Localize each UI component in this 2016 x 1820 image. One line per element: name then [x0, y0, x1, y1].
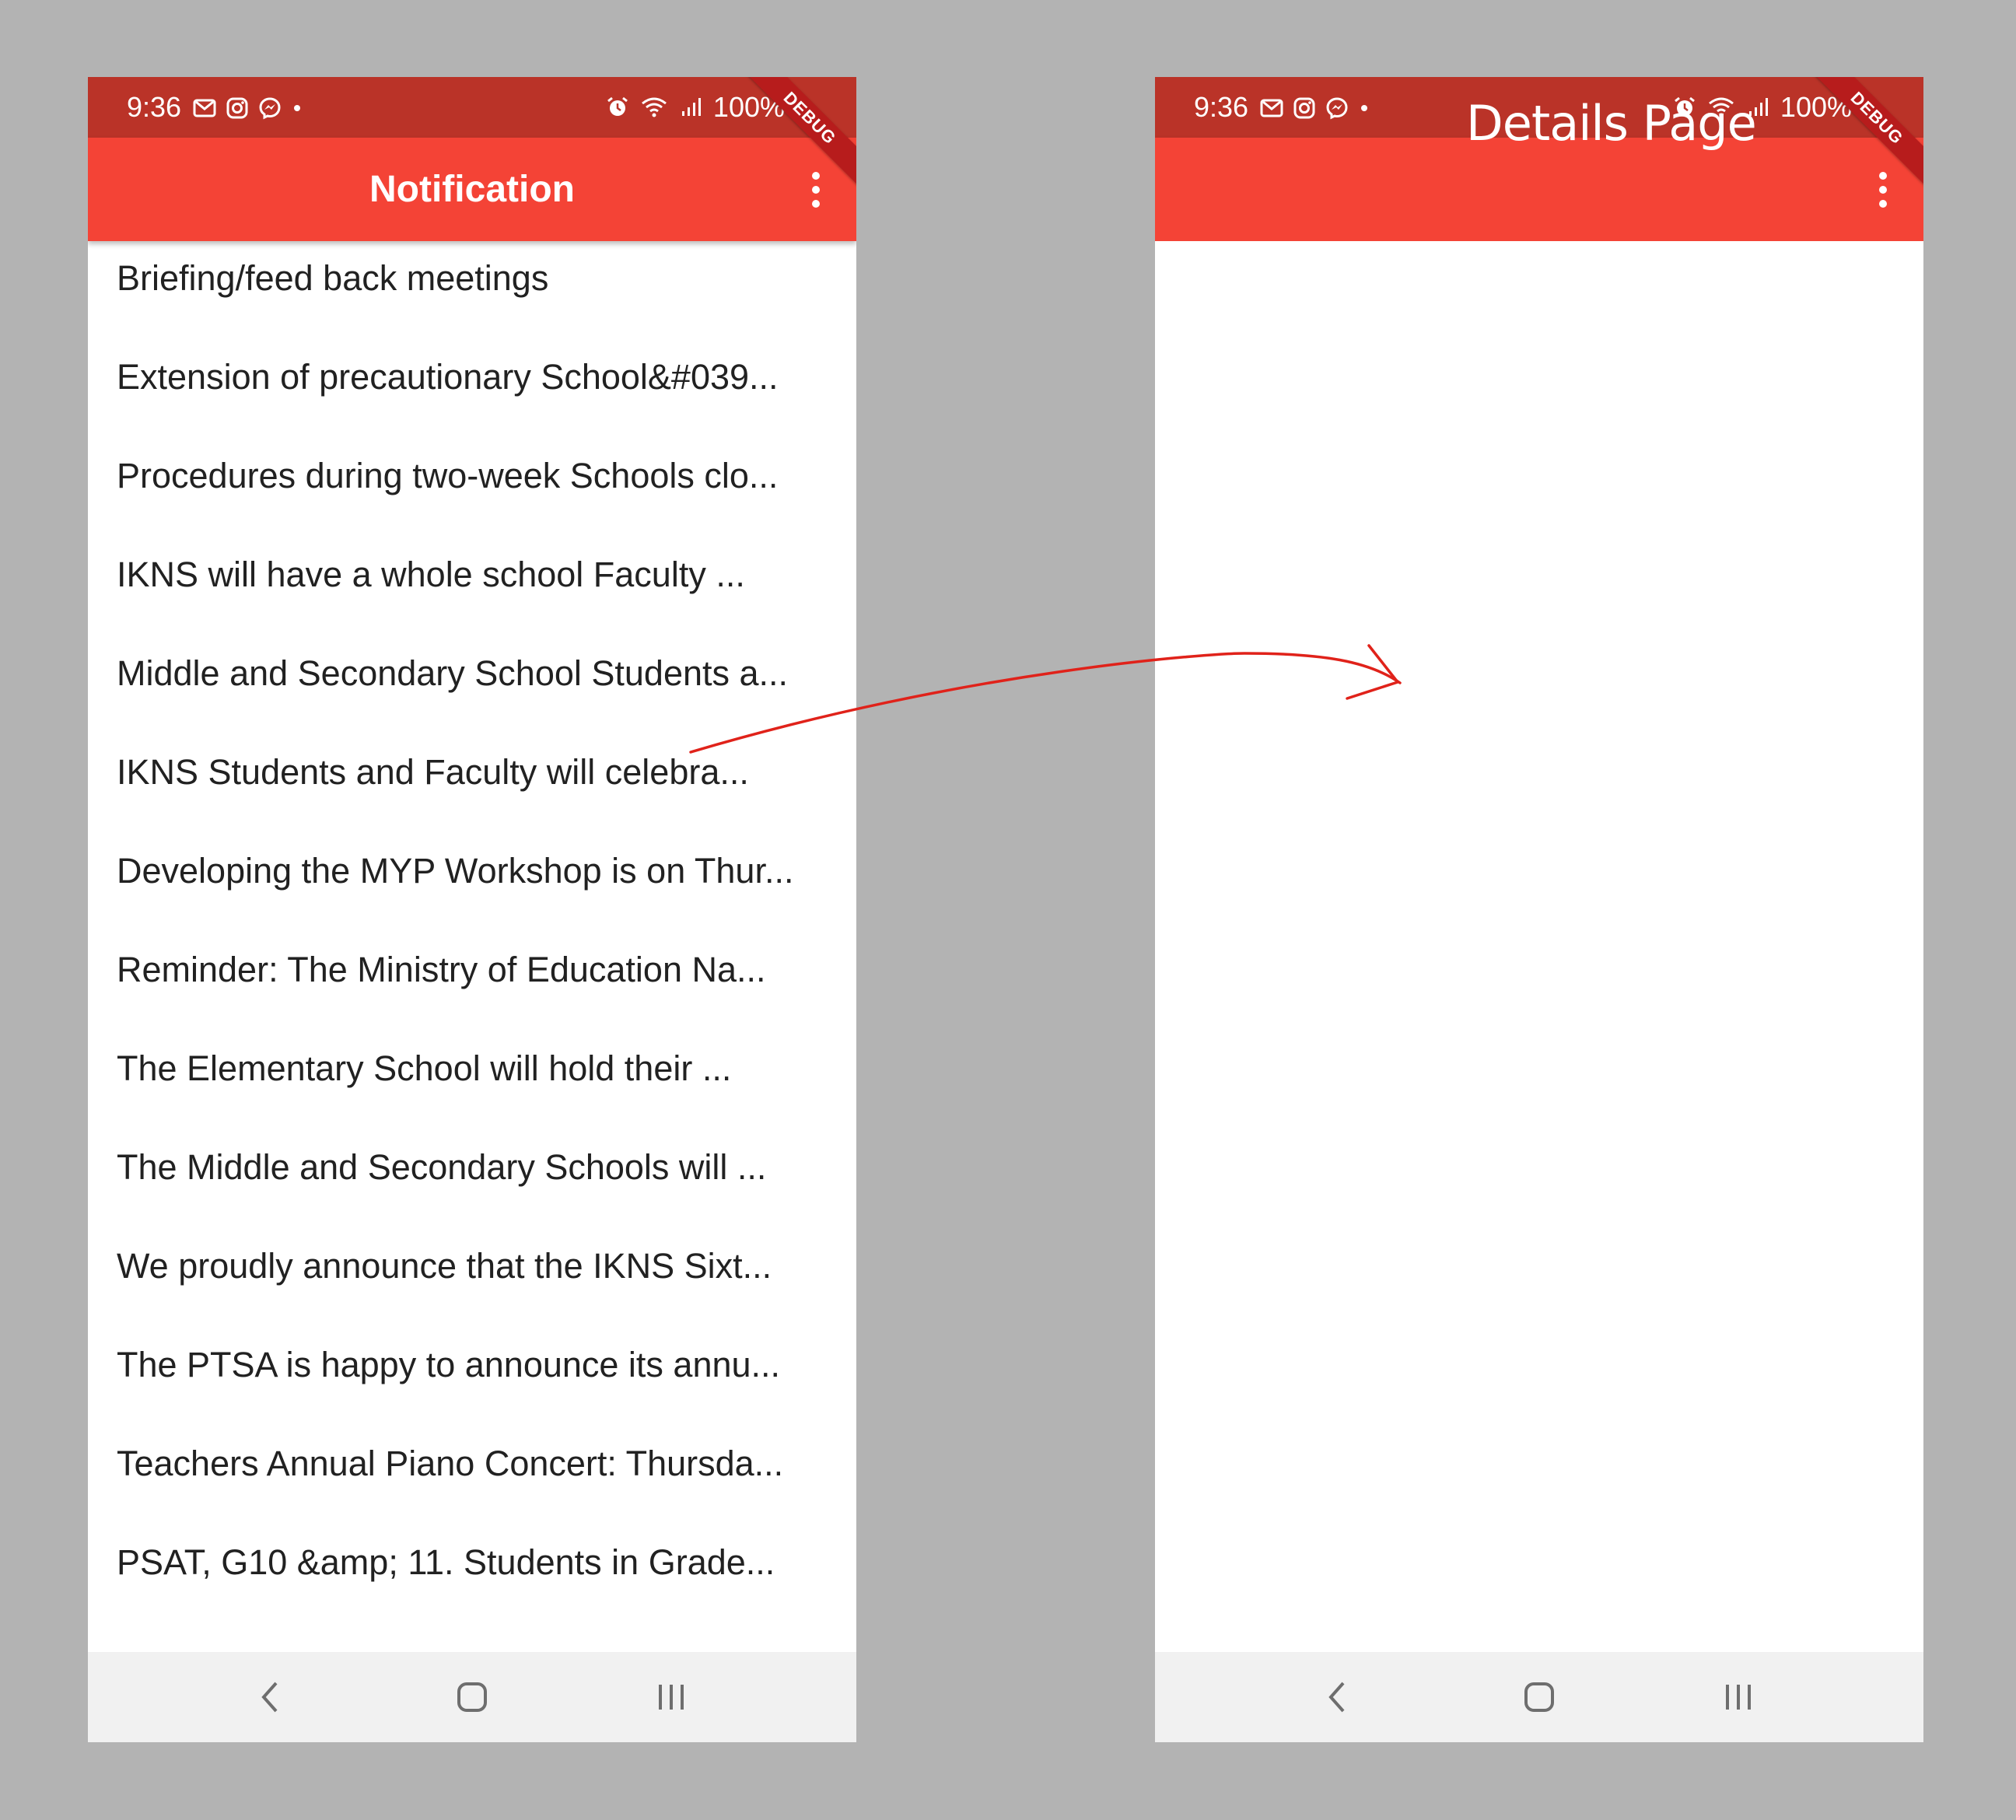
notification-icons	[193, 94, 303, 122]
list-item[interactable]: IKNS Students and Faculty will celebra..…	[88, 735, 856, 834]
notification-list: Briefing/feed back meetings Extension of…	[88, 241, 856, 1624]
home-icon[interactable]	[1516, 1677, 1563, 1717]
details-screen: 9:36 100% Details Page DEBUG	[1155, 77, 1923, 1742]
home-icon[interactable]	[449, 1677, 495, 1717]
list-item-title: Developing the MYP Workshop is on Thur..…	[117, 851, 794, 891]
back-icon[interactable]	[1314, 1677, 1361, 1717]
list-item-title: Briefing/feed back meetings	[117, 258, 549, 298]
dot-icon	[294, 105, 300, 111]
list-item-title: Procedures during two-week Schools clo..…	[117, 456, 779, 495]
menu-dot	[812, 186, 820, 194]
details-content	[1155, 241, 1923, 1652]
list-item-title: IKNS Students and Faculty will celebra..…	[117, 752, 749, 792]
page-title: Details Page	[1466, 95, 1757, 152]
notification-screen: 9:36 100% Notification DEBUG Briefing/fe…	[88, 77, 856, 1742]
list-item[interactable]: Middle and Secondary School Students a..…	[88, 636, 856, 735]
list-item[interactable]: PSAT, G10 &amp; 11. Students in Grade...	[88, 1525, 856, 1624]
page-title: Notification	[369, 169, 575, 210]
back-icon[interactable]	[247, 1677, 294, 1717]
status-time: 9:36	[127, 91, 182, 123]
more-vert-icon[interactable]	[1874, 172, 1892, 208]
list-item[interactable]: Reminder: The Ministry of Education Na..…	[88, 933, 856, 1031]
list-item[interactable]: We proudly announce that the IKNS Sixt..…	[88, 1229, 856, 1328]
list-item[interactable]: The PTSA is happy to announce its annu..…	[88, 1328, 856, 1426]
menu-dot	[1879, 172, 1887, 180]
list-item-title: PSAT, G10 &amp; 11. Students in Grade...	[117, 1542, 775, 1582]
list-item[interactable]: Procedures during two-week Schools clo..…	[88, 439, 856, 537]
navigation-bar	[88, 1652, 856, 1742]
list-item-title: The PTSA is happy to announce its annu..…	[117, 1345, 781, 1384]
alarm-icon	[607, 96, 628, 116]
list-item-title: Extension of precautionary School&#039..…	[117, 357, 779, 397]
list-item[interactable]: Teachers Annual Piano Concert: Thursda..…	[88, 1426, 856, 1525]
gmail-icon	[193, 99, 216, 117]
recents-icon[interactable]	[1715, 1677, 1762, 1717]
recents-icon[interactable]	[648, 1677, 695, 1717]
dot-icon	[1361, 105, 1367, 111]
list-item-title: Reminder: The Ministry of Education Na..…	[117, 950, 766, 989]
list-item-title: Teachers Annual Piano Concert: Thursda..…	[117, 1444, 784, 1483]
messenger-icon	[259, 97, 281, 120]
list-item[interactable]: Developing the MYP Workshop is on Thur..…	[88, 834, 856, 933]
menu-dot	[812, 200, 820, 208]
list-item[interactable]: IKNS will have a whole school Faculty ..…	[88, 537, 856, 636]
messenger-icon	[1326, 97, 1348, 120]
list-item-title: The Elementary School will hold their ..…	[117, 1048, 732, 1088]
gmail-icon	[1260, 99, 1283, 117]
list-item[interactable]: Briefing/feed back meetings	[88, 241, 856, 340]
menu-dot	[812, 172, 820, 180]
instagram-icon	[226, 97, 248, 119]
status-time: 9:36	[1194, 91, 1249, 123]
notification-icons	[1260, 94, 1370, 122]
list-item[interactable]: The Middle and Secondary Schools will ..…	[88, 1130, 856, 1229]
list-item-title: IKNS will have a whole school Faculty ..…	[117, 555, 745, 594]
list-item[interactable]: Extension of precautionary School&#039..…	[88, 340, 856, 439]
list-item-title: We proudly announce that the IKNS Sixt..…	[117, 1246, 772, 1286]
menu-dot	[1879, 200, 1887, 208]
wifi-icon	[641, 97, 667, 117]
instagram-icon	[1293, 97, 1315, 119]
status-bar: 9:36 100%	[88, 77, 856, 138]
signal-icon	[681, 98, 701, 116]
more-vert-icon[interactable]	[807, 172, 825, 208]
app-bar: Notification	[88, 138, 856, 241]
list-item[interactable]: The Elementary School will hold their ..…	[88, 1031, 856, 1130]
menu-dot	[1879, 186, 1887, 194]
list-item-title: Middle and Secondary School Students a..…	[117, 653, 789, 693]
list-item-title: The Middle and Secondary Schools will ..…	[117, 1147, 767, 1187]
navigation-bar	[1155, 1652, 1923, 1742]
